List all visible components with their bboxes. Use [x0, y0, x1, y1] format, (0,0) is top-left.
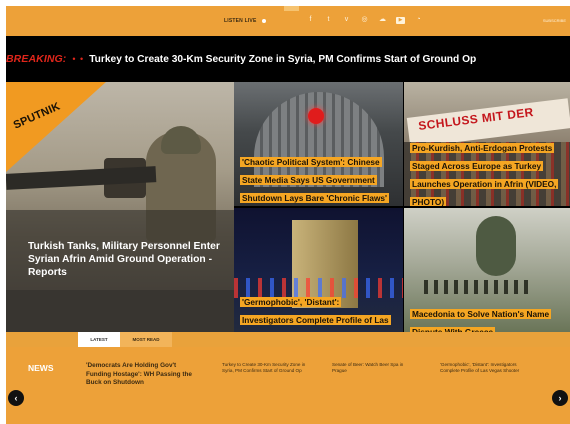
- story-caption[interactable]: 'Chaotic Political System': Chinese Stat…: [240, 152, 390, 206]
- rss-icon[interactable]: ◔: [414, 16, 423, 24]
- people-silhouettes: [424, 280, 534, 294]
- chevron-left-icon[interactable]: ‹: [8, 390, 24, 406]
- news-tabs: LATEST MOST READ: [78, 332, 172, 347]
- twitter-icon[interactable]: t: [324, 16, 333, 24]
- facebook-icon[interactable]: f: [306, 16, 315, 24]
- story-tile-macedonia[interactable]: Macedonia to Solve Nation's Name Dispute…: [404, 208, 570, 332]
- subscribe-link[interactable]: SUBSCRIBE: [543, 18, 566, 23]
- red-traffic-light: [308, 108, 324, 124]
- page-frame: LISTEN LIVE f t v ◎ ☁ ▶ ◔ SUBSCRIBE BREA…: [6, 6, 570, 424]
- breaking-label: BREAKING:: [6, 53, 67, 65]
- news-item[interactable]: Senate of Beer: Watch Beer Spa in Prague: [332, 362, 416, 375]
- tree-image: [476, 216, 516, 276]
- hero-grid: SPUTNIK Turkish Tanks, Military Personne…: [6, 82, 570, 332]
- tab-latest[interactable]: LATEST: [78, 332, 120, 347]
- soundcloud-icon[interactable]: ☁: [378, 16, 387, 24]
- chevron-right-icon[interactable]: ›: [552, 390, 568, 406]
- listen-live-button[interactable]: LISTEN LIVE: [224, 15, 267, 27]
- vk-icon[interactable]: v: [342, 16, 351, 24]
- helmet-shape: [161, 126, 201, 154]
- main-story-tile[interactable]: SPUTNIK Turkish Tanks, Military Personne…: [6, 82, 234, 332]
- news-label: NEWS: [28, 363, 54, 373]
- listen-live-label: LISTEN LIVE: [224, 18, 257, 24]
- story-caption[interactable]: Pro-Kurdish, Anti-Erdogan Protests Stage…: [410, 138, 560, 206]
- news-item[interactable]: Turkey to Create 30-Km Security Zone in …: [222, 362, 314, 375]
- youtube-icon[interactable]: ▶: [396, 16, 405, 24]
- top-bar: LISTEN LIVE f t v ◎ ☁ ▶ ◔ SUBSCRIBE: [6, 6, 570, 36]
- breaking-headline[interactable]: Turkey to Create 30-Km Security Zone in …: [89, 54, 476, 65]
- story-tile-las-vegas[interactable]: 'Germophobic', 'Distant': Investigators …: [234, 208, 403, 332]
- news-item[interactable]: 'Democrats Are Holding Gov't Funding Hos…: [86, 362, 198, 388]
- social-links: f t v ◎ ☁ ▶ ◔: [306, 16, 423, 24]
- story-tile-capitol[interactable]: 'Chaotic Political System': Chinese Stat…: [234, 82, 403, 206]
- radio-tab-marker: [284, 6, 299, 11]
- breaking-news-bar[interactable]: BREAKING: • • Turkey to Create 30-Km Sec…: [6, 36, 570, 82]
- story-caption[interactable]: 'Germophobic', 'Distant': Investigators …: [240, 292, 391, 332]
- tab-most-read[interactable]: MOST READ: [120, 332, 172, 347]
- news-band: NEWS 'Democrats Are Holding Gov't Fundin…: [6, 347, 570, 424]
- news-item[interactable]: 'Germophobic', 'Distant': Investigators …: [440, 362, 536, 375]
- live-indicator-icon: [262, 19, 267, 23]
- main-story-caption[interactable]: Turkish Tanks, Military Personnel Enter …: [28, 240, 228, 280]
- breaking-separator: • •: [72, 54, 85, 64]
- telegram-icon[interactable]: ◎: [360, 16, 369, 24]
- story-caption[interactable]: Macedonia to Solve Nation's Name Dispute…: [410, 304, 564, 332]
- story-tile-protest[interactable]: SCHLUSS MIT DER Pro-Kurdish, Anti-Erdoga…: [404, 82, 570, 206]
